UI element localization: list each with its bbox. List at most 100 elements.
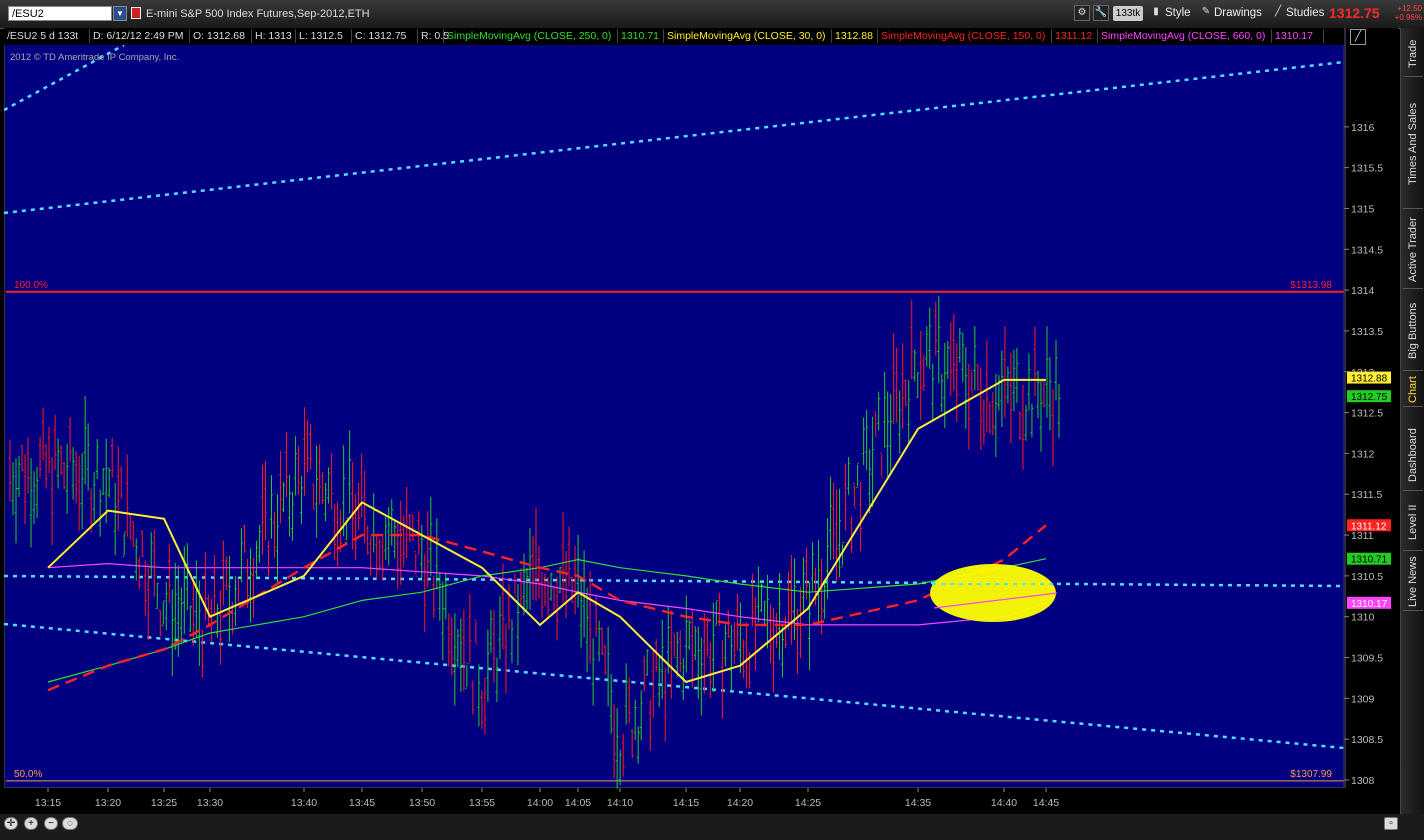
time-tick-label: 13:15 xyxy=(35,797,61,809)
highlight-ellipse[interactable] xyxy=(930,564,1056,622)
main-toolbar: /ESU2 ▼ E-mini S&P 500 Index Futures,Sep… xyxy=(0,0,1424,29)
side-tab-dashboard[interactable]: Dashboard xyxy=(1403,420,1423,491)
time-tick-label: 14:35 xyxy=(905,797,931,809)
price-tag-label: 1310.71 xyxy=(1351,555,1388,566)
header-high: H: 1313 xyxy=(252,29,296,43)
price-tag-label: 1311.12 xyxy=(1351,521,1387,532)
drawings-button[interactable]: Drawings xyxy=(1214,5,1262,22)
price-tick-label: 1312.5 xyxy=(1351,408,1383,420)
studies-icon[interactable]: ╱ xyxy=(1270,5,1286,21)
price-tag-label: 1312.88 xyxy=(1351,374,1388,385)
time-tick-label: 13:25 xyxy=(151,797,177,809)
side-tab-chart[interactable]: Chart xyxy=(1403,374,1423,407)
side-tab-times-and-sales[interactable]: Times And Sales xyxy=(1403,80,1423,209)
symbol-input[interactable]: /ESU2 xyxy=(8,6,112,21)
sma30-line[interactable] xyxy=(47,378,1046,683)
header-sma660-label[interactable]: SimpleMovingAvg (CLOSE, 660, 0) xyxy=(1098,29,1272,43)
pencil-icon[interactable]: ✎ xyxy=(1198,5,1214,21)
time-tick-label: 14:10 xyxy=(607,797,633,809)
header-sma250-label[interactable]: SimpleMovingAvg (CLOSE, 250, 0) xyxy=(444,29,618,43)
bottom-bar xyxy=(0,814,1424,840)
fib-level-price: $1313.98 xyxy=(1290,280,1332,291)
header-close: C: 1312.75 xyxy=(352,29,418,43)
time-tick-label: 13:45 xyxy=(349,797,375,809)
header-open: O: 1312.68 xyxy=(190,29,252,43)
symbol-flag-icon[interactable] xyxy=(131,7,141,19)
price-tick-label: 1310 xyxy=(1351,612,1375,624)
zoom-in-icon[interactable]: + xyxy=(24,817,38,830)
time-tick-label: 14:15 xyxy=(673,797,699,809)
side-tab-active-trader[interactable]: Active Trader xyxy=(1403,212,1423,289)
aggregation-button[interactable]: 133tk xyxy=(1113,6,1143,21)
side-tab-live-news[interactable]: Live News xyxy=(1403,554,1423,611)
side-tab-big-buttons[interactable]: Big Buttons xyxy=(1403,292,1423,371)
last-price: 1312.75 xyxy=(1329,5,1380,21)
copyright-text: 2012 © TD Ameritrade IP Company, Inc. xyxy=(10,52,180,63)
wrench-icon[interactable]: 🔧 xyxy=(1093,5,1109,21)
time-tick-label: 13:55 xyxy=(469,797,495,809)
price-tick-label: 1308.5 xyxy=(1351,734,1383,746)
price-change: +12.50 +0.96% xyxy=(1390,4,1422,22)
price-tick-label: 1314 xyxy=(1351,285,1375,297)
trend-line[interactable] xyxy=(4,60,1345,215)
price-tag-label: 1312.75 xyxy=(1351,392,1388,403)
time-tick-label: 13:30 xyxy=(197,797,223,809)
percent-change: +0.96% xyxy=(1394,13,1422,22)
price-tick-label: 1316 xyxy=(1351,122,1375,134)
header-sma150-label[interactable]: SimpleMovingAvg (CLOSE, 150, 0) xyxy=(878,29,1052,43)
chart-area[interactable]: 100.0% $1313.98 50.0% $1307.99 1316 1315.5 13… xyxy=(4,28,1398,826)
time-tick-label: 14:40 xyxy=(991,797,1017,809)
header-low: L: 1312.5 xyxy=(296,29,352,43)
style-icon[interactable]: ▮ xyxy=(1148,5,1164,21)
time-tick-label: 14:05 xyxy=(565,797,591,809)
side-tab-level-ii[interactable]: Level II xyxy=(1403,494,1423,551)
zoom-out-icon[interactable]: − xyxy=(44,817,58,830)
fib-level-price: $1307.99 xyxy=(1290,769,1332,780)
sma250-line[interactable] xyxy=(47,558,1047,683)
price-tick-label: 1315 xyxy=(1351,203,1375,215)
net-change: +12.50 xyxy=(1397,4,1422,13)
time-tick-label: 14:45 xyxy=(1033,797,1059,809)
header-range: R: 0.5 xyxy=(418,29,449,43)
header-date: D: 6/12/12 2:49 PM xyxy=(90,29,190,43)
header-symbol: /ESU2 5 d 133t xyxy=(4,29,90,43)
reset-zoom-icon[interactable]: ◌ xyxy=(62,817,78,830)
header-sma30-value: 1312.88 xyxy=(832,29,878,43)
price-tick-label: 1308 xyxy=(1351,775,1375,787)
chart-settings-icon[interactable]: ⚙ xyxy=(1074,5,1090,21)
time-tick-label: 14:20 xyxy=(727,797,753,809)
time-tick-label: 14:25 xyxy=(795,797,821,809)
time-tick-label: 13:20 xyxy=(95,797,121,809)
expand-icon[interactable]: ▫ xyxy=(1384,817,1398,830)
symbol-dropdown-icon[interactable]: ▼ xyxy=(113,6,127,21)
side-tab-trade[interactable]: Trade xyxy=(1403,32,1423,77)
pan-icon[interactable]: ✛ xyxy=(4,817,18,830)
symbol-description: E-mini S&P 500 Index Futures,Sep-2012,ET… xyxy=(146,8,370,20)
studies-button[interactable]: Studies xyxy=(1286,5,1324,22)
header-sma660-value: 1310.17 xyxy=(1272,29,1324,43)
header-sma250-value: 1310.71 xyxy=(618,29,664,43)
price-tick-label: 1314.5 xyxy=(1351,244,1383,256)
time-tick-label: 13:40 xyxy=(291,797,317,809)
price-chart[interactable]: 100.0% $1313.98 50.0% $1307.99 1316 1315.5 13… xyxy=(4,28,1398,826)
fib-level-pct: 50.0% xyxy=(14,769,42,780)
chart-info-header: /ESU2 5 d 133t D: 6/12/12 2:49 PM O: 131… xyxy=(4,28,1344,45)
sma660-line[interactable] xyxy=(47,563,1047,626)
header-sma150-value: 1311.12 xyxy=(1052,29,1098,43)
sma150-line[interactable] xyxy=(47,524,1047,692)
time-tick-label: 13:50 xyxy=(409,797,435,809)
price-tick-label: 1309.5 xyxy=(1351,653,1383,665)
header-sma30-label[interactable]: SimpleMovingAvg (CLOSE, 30, 0) xyxy=(664,29,832,43)
price-tick-label: 1311.5 xyxy=(1351,489,1382,501)
side-tabs: Trade Times And Sales Active Trader Big But… xyxy=(1400,28,1424,818)
price-tick-label: 1310.5 xyxy=(1351,571,1383,583)
style-button[interactable]: Style xyxy=(1165,5,1191,22)
price-tick-label: 1312 xyxy=(1351,448,1375,460)
fib-level-pct: 100.0% xyxy=(14,280,48,291)
time-tick-label: 14:00 xyxy=(527,797,553,809)
drawing-tool-icon[interactable]: ╱ xyxy=(1350,29,1366,45)
price-tick-label: 1315.5 xyxy=(1351,163,1383,175)
price-tick-label: 1309 xyxy=(1351,693,1375,705)
price-tag-label: 1310.17 xyxy=(1351,599,1388,610)
price-tick-label: 1313.5 xyxy=(1351,326,1383,338)
